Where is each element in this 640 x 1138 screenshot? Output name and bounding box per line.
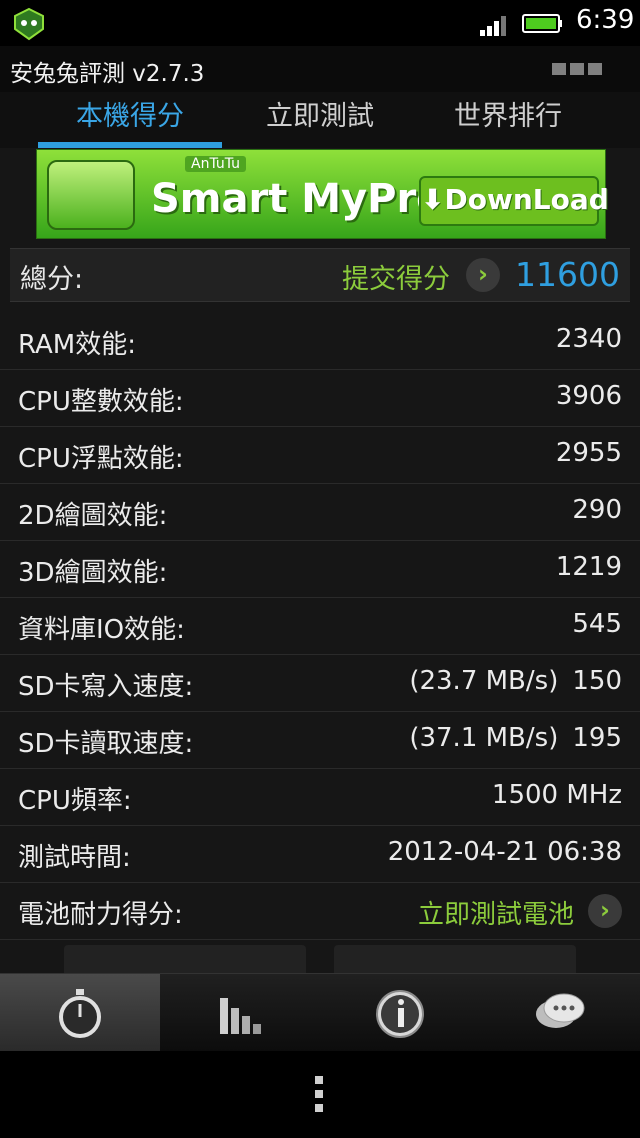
download-arrow-icon: ⬇ (421, 183, 445, 216)
tab-world-ranking[interactable]: 世界排行 (416, 92, 600, 148)
chat-bubbles-icon (536, 993, 585, 1028)
result-row-cpu-integer: CPU整數效能: 3906 (0, 369, 640, 427)
download-label: DownLoad (444, 183, 609, 216)
row-label: 測試時間: (18, 843, 131, 873)
row-score: 195 (572, 723, 622, 753)
more-options-icon[interactable] (315, 1076, 325, 1116)
hidden-panel-right (334, 945, 576, 973)
profile-gear-icon (47, 160, 135, 230)
status-bar: 6:39 (0, 0, 640, 46)
submit-score-link[interactable]: 提交得分 (342, 257, 450, 296)
row-value: (37.1 MB/s) 195 (409, 723, 622, 753)
row-value: 2955 (555, 438, 622, 468)
toolbar-button-chat[interactable] (480, 974, 640, 1052)
row-speed: (37.1 MB/s) (409, 723, 559, 753)
row-label: SD卡寫入速度: (18, 672, 194, 702)
result-row-database-io: 資料庫IO效能: 545 (0, 597, 640, 655)
stopwatch-icon (59, 989, 101, 1038)
row-label: 資料庫IO效能: (18, 615, 185, 645)
total-score-row: 總分: 提交得分 › 11600 (10, 248, 630, 302)
antutu-notification-icon (14, 7, 44, 41)
result-row-sd-read: SD卡讀取速度: (37.1 MB/s) 195 (0, 711, 640, 769)
clock: 6:39 (576, 5, 635, 35)
title-bar: 安兔兔評測 v2.7.3 (0, 46, 640, 93)
tab-my-score[interactable]: 本機得分 (38, 92, 222, 148)
tab-test-now[interactable]: 立即測試 (228, 92, 412, 148)
result-row-ram: RAM效能: 2340 (0, 312, 640, 370)
result-row-cpu-float: CPU浮點效能: 2955 (0, 426, 640, 484)
row-value: 2340 (555, 324, 622, 354)
row-value: 545 (572, 609, 622, 639)
ad-banner[interactable]: AnTuTu Smart MyProfile ⬇DownLoad (36, 149, 609, 239)
result-row-test-time: 測試時間: 2012-04-21 06:38 (0, 825, 640, 883)
row-value: 3906 (555, 381, 622, 411)
toolbar-button-test[interactable] (0, 974, 160, 1052)
row-label: CPU浮點效能: (18, 444, 184, 474)
toolbar-button-info[interactable] (320, 974, 480, 1052)
banner-download-button[interactable]: ⬇DownLoad (419, 176, 609, 226)
bottom-toolbar (0, 973, 640, 1052)
chevron-right-icon[interactable]: › (588, 894, 622, 928)
result-row-cpu-frequency: CPU頻率: 1500 MHz (0, 768, 640, 826)
tab-label: 立即測試 (266, 101, 374, 132)
overflow-menu-icon[interactable] (552, 60, 608, 75)
total-label: 總分: (20, 264, 84, 295)
test-battery-link[interactable]: 立即測試電池 (418, 894, 574, 931)
bar-chart-icon (220, 998, 261, 1034)
toolbar-button-ranking[interactable] (160, 974, 320, 1052)
app-title: 安兔兔評測 v2.7.3 (10, 61, 205, 87)
tab-label: 世界排行 (454, 101, 562, 132)
result-row-3d: 3D繪圖效能: 1219 (0, 540, 640, 598)
result-row-battery: 電池耐力得分: 立即測試電池 › (0, 882, 640, 940)
score-panel: AnTuTu Smart MyProfile ⬇DownLoad 總分: 提交得… (0, 148, 640, 973)
battery-icon (522, 14, 562, 33)
hidden-panel-left (64, 945, 306, 973)
row-label: 電池耐力得分: (18, 900, 183, 930)
info-icon (376, 990, 424, 1038)
row-value: 290 (572, 495, 622, 525)
row-score: 150 (572, 666, 622, 696)
row-value: 2012-04-21 06:38 (387, 837, 622, 867)
row-label: SD卡讀取速度: (18, 729, 194, 759)
tab-bar: 本機得分 立即測試 世界排行 (0, 92, 640, 148)
total-score: 11600 (515, 255, 620, 294)
row-label: CPU整數效能: (18, 387, 184, 417)
row-label: CPU頻率: (18, 786, 132, 816)
row-label: 3D繪圖效能: (18, 558, 168, 588)
row-speed: (23.7 MB/s) (409, 666, 559, 696)
result-row-2d: 2D繪圖效能: 290 (0, 483, 640, 541)
row-value: (23.7 MB/s) 150 (409, 666, 622, 696)
banner-brand: AnTuTu (185, 156, 247, 172)
row-value: 1219 (555, 552, 622, 582)
signal-icon (480, 16, 506, 36)
result-row-sd-write: SD卡寫入速度: (23.7 MB/s) 150 (0, 654, 640, 712)
row-label: RAM效能: (18, 330, 136, 360)
row-label: 2D繪圖效能: (18, 501, 168, 531)
chevron-right-icon[interactable]: › (466, 258, 500, 292)
row-value: 1500 MHz (491, 780, 622, 810)
tab-label: 本機得分 (76, 101, 184, 132)
